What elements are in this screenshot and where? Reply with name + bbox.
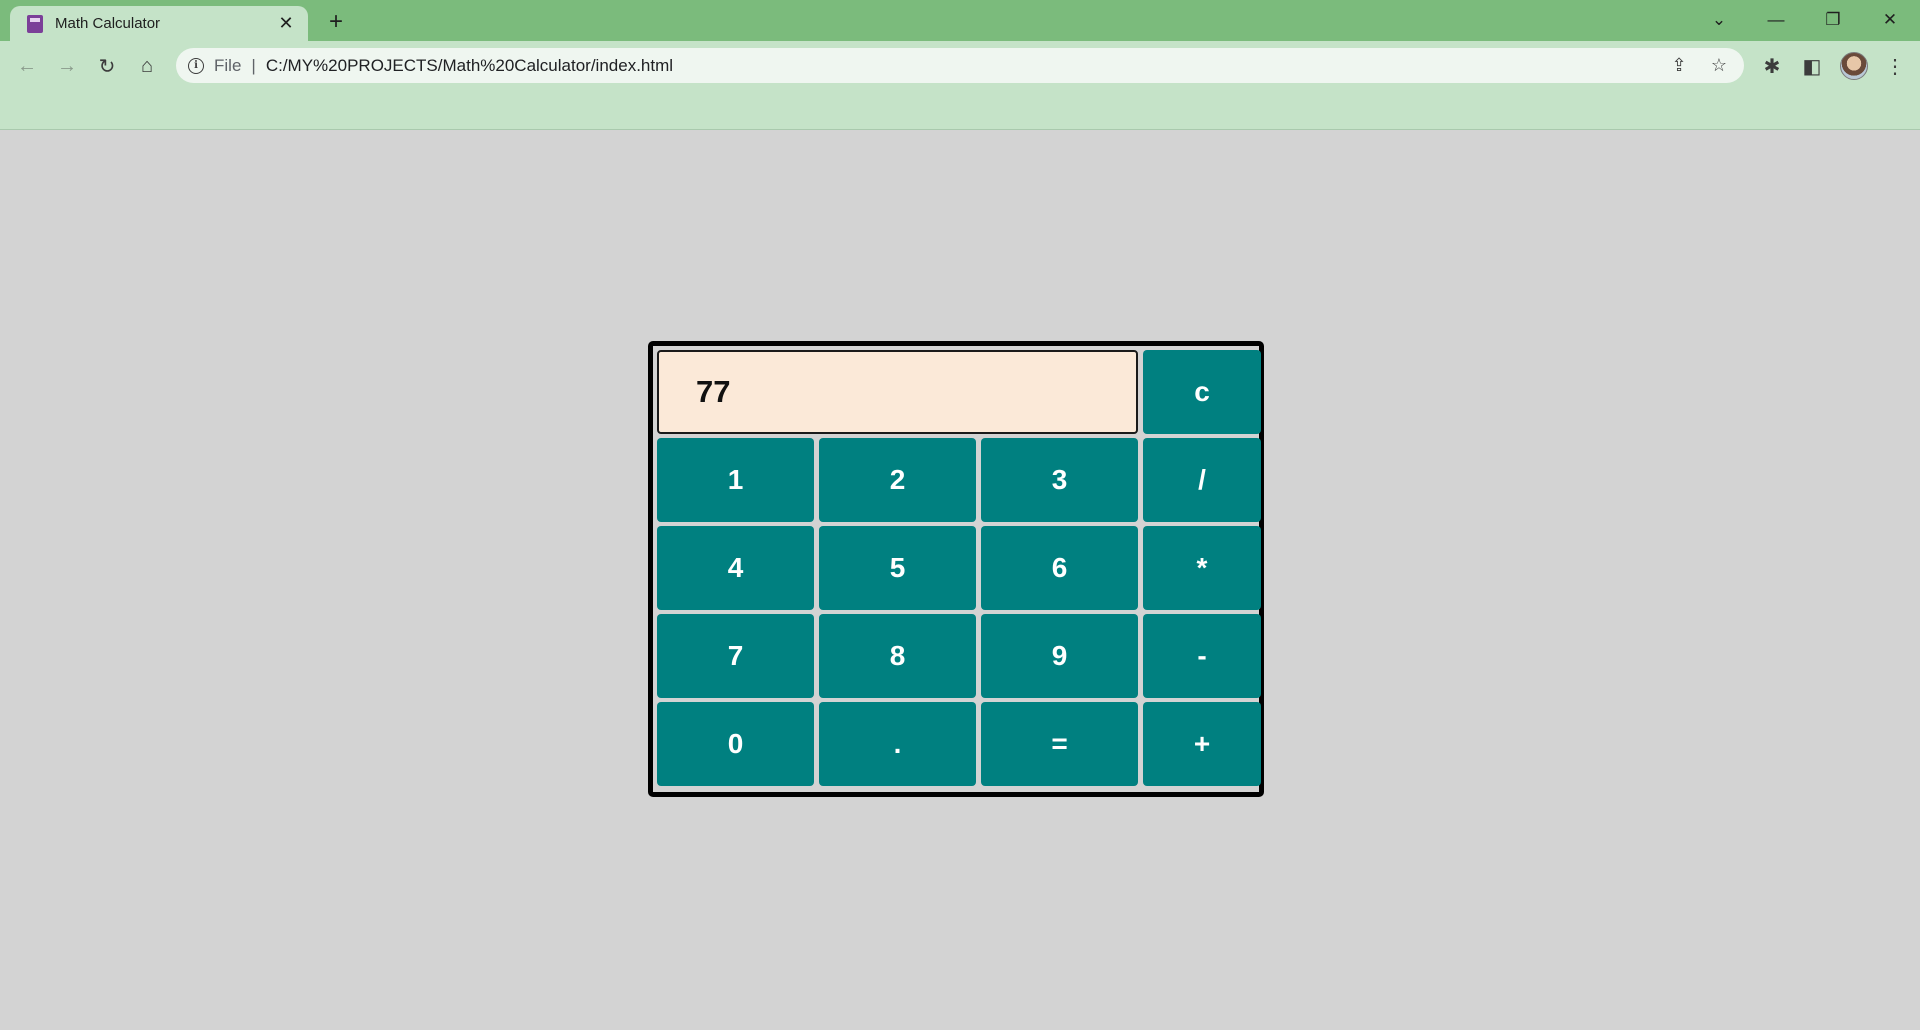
calculator-favicon-icon <box>27 14 43 33</box>
tab-search-icon[interactable]: ⌄ <box>1699 4 1739 36</box>
add-button[interactable]: + <box>1143 702 1261 786</box>
key-8-button[interactable]: 8 <box>819 614 976 698</box>
browser-menu-icon[interactable]: ⋮ <box>1880 51 1910 81</box>
share-icon[interactable]: ⇪ <box>1664 51 1694 81</box>
key-5-button[interactable]: 5 <box>819 526 976 610</box>
reload-button[interactable]: ↻ <box>92 51 122 81</box>
url-separator: | <box>251 55 256 75</box>
tab-strip: Math Calculator ✕ + ⌄ — ❐ ✕ <box>0 0 1920 41</box>
divide-button[interactable]: / <box>1143 438 1261 522</box>
decimal-point-button[interactable]: . <box>819 702 976 786</box>
key-4-button[interactable]: 4 <box>657 526 814 610</box>
address-bar[interactable]: i File | C:/MY%20PROJECTS/Math%20Calcula… <box>176 48 1744 83</box>
key-1-button[interactable]: 1 <box>657 438 814 522</box>
close-window-button[interactable]: ✕ <box>1870 4 1910 36</box>
key-2-button[interactable]: 2 <box>819 438 976 522</box>
equals-button[interactable]: = <box>981 702 1138 786</box>
extensions-icon[interactable]: ✱ <box>1757 51 1787 81</box>
back-button[interactable]: ← <box>12 51 42 81</box>
side-panel-icon[interactable]: ◧ <box>1797 51 1827 81</box>
bookmark-star-icon[interactable]: ☆ <box>1704 51 1734 81</box>
calculator-display[interactable]: 77 <box>657 350 1138 434</box>
tab-close-icon[interactable]: ✕ <box>274 12 298 36</box>
browser-tab[interactable]: Math Calculator ✕ <box>10 6 308 41</box>
key-9-button[interactable]: 9 <box>981 614 1138 698</box>
site-info-icon[interactable]: i <box>188 57 204 74</box>
browser-chrome: Math Calculator ✕ + ⌄ — ❐ ✕ ← → ↻ ⌂ i Fi… <box>0 0 1920 130</box>
restore-button[interactable]: ❐ <box>1813 4 1853 36</box>
url-scheme-label: File <box>214 55 242 75</box>
key-7-button[interactable]: 7 <box>657 614 814 698</box>
home-button[interactable]: ⌂ <box>132 51 162 81</box>
clear-button[interactable]: c <box>1143 350 1261 434</box>
multiply-button[interactable]: * <box>1143 526 1261 610</box>
key-6-button[interactable]: 6 <box>981 526 1138 610</box>
minimize-button[interactable]: — <box>1756 4 1796 36</box>
profile-avatar[interactable] <box>1840 52 1868 80</box>
subtract-button[interactable]: - <box>1143 614 1261 698</box>
url-text[interactable]: C:/MY%20PROJECTS/Math%20Calculator/index… <box>266 56 1664 76</box>
forward-button[interactable]: → <box>52 51 82 81</box>
tab-title: Math Calculator <box>55 15 161 32</box>
key-3-button[interactable]: 3 <box>981 438 1138 522</box>
key-0-button[interactable]: 0 <box>657 702 814 786</box>
calculator: 77 c 1 2 3 / 4 5 6 * 7 8 9 - 0 . = + <box>648 341 1264 797</box>
new-tab-button[interactable]: + <box>322 8 350 36</box>
